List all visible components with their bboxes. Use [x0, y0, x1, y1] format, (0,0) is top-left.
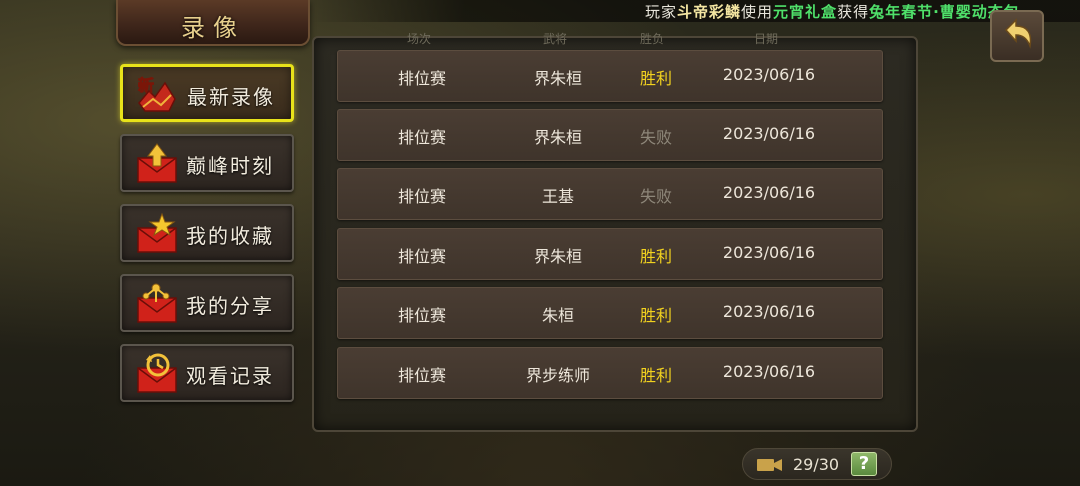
row-date: 2023/06/16: [722, 302, 816, 321]
replay-counter: 29/30 ?: [742, 448, 892, 480]
replay-row[interactable]: 排位赛 界朱桓 胜利 2023/06/16: [337, 50, 883, 102]
replay-row[interactable]: 排位赛 朱桓 胜利 2023/06/16: [337, 287, 883, 339]
row-result: 胜利: [639, 366, 672, 385]
row-general: 界步练师: [525, 366, 590, 385]
row-date: 2023/06/16: [722, 65, 816, 84]
sidebar-item-favorites[interactable]: 我的收藏: [120, 204, 294, 262]
row-result: 胜利: [639, 247, 672, 266]
replay-row[interactable]: 排位赛 界朱桓 胜利 2023/06/16: [337, 228, 883, 280]
announcement-item: 元宵礼盒: [773, 3, 838, 21]
sidebar-item-label: 我的分享: [186, 294, 274, 318]
new-badge-icon: 新: [138, 76, 176, 112]
row-general: 王基: [541, 187, 574, 206]
replay-row[interactable]: 排位赛 界朱桓 失败 2023/06/16: [337, 109, 883, 161]
replay-row[interactable]: 排位赛 王基 失败 2023/06/16: [337, 168, 883, 220]
row-general: 界朱桓: [533, 247, 582, 266]
sidebar-item-history[interactable]: 观看记录: [120, 344, 294, 402]
row-date: 2023/06/16: [722, 362, 816, 381]
row-mode: 排位赛: [397, 128, 446, 147]
row-result: 胜利: [639, 69, 672, 88]
announcement-prefix: 玩家: [645, 3, 678, 21]
row-result: 胜利: [639, 306, 672, 325]
row-mode: 排位赛: [397, 366, 446, 385]
envelope-history-icon: [137, 353, 177, 393]
envelope-star-icon: [137, 212, 177, 253]
row-mode: 排位赛: [397, 247, 446, 266]
envelope-arrow-icon: [137, 143, 177, 183]
sidebar-item-label: 观看记录: [186, 364, 274, 388]
row-general: 界朱桓: [533, 128, 582, 147]
announcement-mid: 使用: [741, 3, 774, 21]
back-arrow-icon: [1004, 18, 1032, 49]
row-general: 朱桓: [541, 306, 574, 325]
new-badge-text: 新: [138, 76, 154, 95]
sidebar-item-label: 我的收藏: [186, 224, 274, 248]
replay-row[interactable]: 排位赛 界步练师 胜利 2023/06/16: [337, 347, 883, 399]
page-title: 录像: [181, 14, 245, 42]
row-result: 失败: [639, 128, 672, 147]
column-header-date: 日期: [754, 32, 779, 46]
row-date: 2023/06/16: [722, 124, 816, 143]
row-mode: 排位赛: [397, 306, 446, 325]
row-general: 界朱桓: [533, 69, 582, 88]
video-camera-icon: [757, 459, 782, 471]
sidebar-item-shares[interactable]: 我的分享: [120, 274, 294, 332]
column-header-general: 武将: [543, 32, 568, 46]
sidebar-item-label: 最新录像: [187, 85, 275, 109]
row-mode: 排位赛: [397, 187, 446, 206]
row-date: 2023/06/16: [722, 243, 816, 262]
row-result: 失败: [639, 187, 672, 206]
help-button[interactable]: ?: [851, 452, 877, 476]
row-mode: 排位赛: [397, 69, 446, 88]
announcement-bar: 玩家斗帝彩鳞使用元宵礼盒获得兔年春节·曹婴动态包: [310, 0, 1080, 22]
sidebar-item-label: 巅峰时刻: [186, 154, 274, 178]
replay-count: 29/30: [793, 455, 840, 474]
sidebar-item-peak[interactable]: 巅峰时刻: [120, 134, 294, 192]
announcement-verb: 获得: [837, 3, 870, 21]
column-header-mode: 场次: [407, 32, 432, 46]
announcement-player: 斗帝彩鳞: [677, 3, 742, 21]
row-date: 2023/06/16: [722, 183, 816, 202]
title-plate: 录像: [116, 0, 310, 46]
envelope-share-icon: [137, 283, 177, 323]
sidebar-item-latest[interactable]: 新 最新录像: [120, 64, 294, 122]
announcement-text: 玩家斗帝彩鳞使用元宵礼盒获得兔年春节·曹婴动态包: [645, 1, 1020, 22]
back-button[interactable]: [990, 10, 1044, 62]
column-header-result: 胜负: [640, 32, 665, 46]
